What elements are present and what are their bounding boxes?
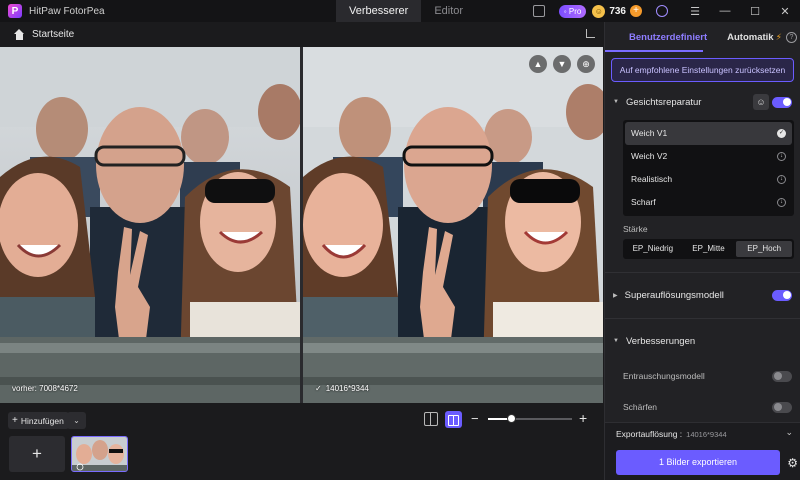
- pro-badge[interactable]: ◦ Pro: [558, 4, 587, 18]
- section-divider: [605, 318, 800, 319]
- improvements-header[interactable]: ▼ Verbesserungen: [605, 331, 800, 351]
- active-tab-indicator: [605, 50, 703, 52]
- zoom-in-button[interactable]: +: [579, 410, 587, 426]
- user-icon[interactable]: [656, 5, 668, 17]
- before-photo: [0, 47, 300, 403]
- superres-header[interactable]: ▶ Superauflösungsmodell: [605, 285, 800, 305]
- image-thumbnail[interactable]: [71, 436, 128, 472]
- export-footer: Exportauflösung :14016*9344 ⌄ 1 Bilder e…: [605, 422, 800, 480]
- before-image-pane[interactable]: vorher: 7008*4672: [0, 47, 300, 403]
- zoom-preview-icon[interactable]: ⊕: [577, 55, 595, 73]
- check-icon: ✓: [315, 384, 322, 393]
- thumbs-down-icon[interactable]: ▼: [553, 55, 571, 73]
- superres-toggle[interactable]: [772, 289, 792, 301]
- face-icon[interactable]: ☺: [753, 94, 769, 110]
- strength-label: Stärke: [623, 224, 648, 234]
- help-icon[interactable]: ?: [785, 31, 797, 43]
- minimize-icon[interactable]: —: [710, 5, 740, 17]
- collapse-triangle-icon: ▼: [613, 99, 619, 105]
- export-resolution: Exportauflösung :14016*9344: [616, 429, 727, 439]
- tab-verbesserer[interactable]: Verbesserer: [336, 0, 422, 22]
- breadcrumb: Startseite: [0, 22, 604, 46]
- sharpen-toggle[interactable]: [772, 401, 792, 413]
- title-bar: P HitPaw FotorPea Verbesserer Editor ◦ P…: [0, 0, 800, 22]
- add-button[interactable]: + Hinzufügen: [8, 412, 69, 429]
- credits-count: 736: [609, 5, 626, 17]
- sharpen-label: Schärfen: [623, 402, 658, 412]
- after-image-pane[interactable]: ▲ ▼ ⊕ ✓ 14016*9344: [303, 47, 603, 403]
- tab-benutzerdefiniert[interactable]: Benutzerdefiniert: [629, 32, 707, 43]
- zoom-slider[interactable]: [488, 414, 572, 423]
- zoom-slider-handle[interactable]: [507, 414, 516, 423]
- sidebar-tabs: Benutzerdefiniert Automatik ⚡ ?: [605, 22, 800, 52]
- model-item-realistisch[interactable]: Realistisch ↓: [625, 168, 792, 191]
- model-item-scharf[interactable]: Scharf ↓: [625, 191, 792, 214]
- gear-icon[interactable]: ⚙: [787, 456, 798, 470]
- denoise-label: Entrauschungsmodell: [623, 371, 705, 381]
- app-logo-icon: P: [8, 4, 22, 18]
- strength-selector: EP_Niedrig EP_Mitte EP_Hoch: [623, 239, 794, 259]
- close-icon[interactable]: ✕: [770, 5, 800, 18]
- add-credits-icon[interactable]: +: [630, 5, 642, 17]
- after-caption: ✓ 14016*9344: [315, 384, 369, 393]
- crop-icon[interactable]: [586, 29, 595, 38]
- app-title: HitPaw FotorPea: [29, 5, 105, 17]
- selected-check-icon: ✓: [777, 129, 786, 138]
- menu-icon[interactable]: ☰: [680, 5, 710, 18]
- strength-option-niedrig[interactable]: EP_Niedrig: [625, 241, 681, 257]
- download-icon[interactable]: ↓: [777, 175, 786, 184]
- download-icon[interactable]: ↓: [777, 152, 786, 161]
- single-view-icon[interactable]: [424, 412, 438, 426]
- denoise-toggle[interactable]: [772, 370, 792, 382]
- collapse-triangle-icon: ▼: [613, 338, 619, 344]
- expand-chevron-icon[interactable]: ⌄: [785, 427, 793, 438]
- breadcrumb-home[interactable]: Startseite: [32, 29, 74, 40]
- settings-sidebar: Benutzerdefiniert Automatik ⚡ ? Auf empf…: [604, 22, 800, 480]
- bolt-icon: ⚡: [775, 31, 782, 42]
- face-model-list: Weich V1 ✓ Weich V2 ↓ Realistisch ↓ Scha…: [623, 120, 794, 216]
- denoise-row: Entrauschungsmodell: [605, 365, 800, 387]
- window-copy-icon[interactable]: [532, 5, 545, 17]
- maximize-icon[interactable]: ☐: [740, 5, 770, 18]
- sharpen-row: Schärfen: [605, 396, 800, 418]
- section-divider: [605, 272, 800, 273]
- zoom-out-button[interactable]: −: [471, 411, 479, 426]
- strength-option-mitte[interactable]: EP_Mitte: [681, 241, 737, 257]
- face-repair-header[interactable]: ▼ Gesichtsreparatur ☺: [605, 92, 800, 112]
- model-item-weich-v2[interactable]: Weich V2 ↓: [625, 145, 792, 168]
- add-dropdown-chevron-icon[interactable]: ⌄: [67, 412, 86, 429]
- tab-editor[interactable]: Editor: [421, 0, 476, 22]
- plus-icon: +: [12, 415, 18, 426]
- before-caption: vorher: 7008*4672: [12, 384, 78, 393]
- mode-tabs: Verbesserer Editor: [336, 0, 476, 22]
- model-item-weich-v1[interactable]: Weich V1 ✓: [625, 122, 792, 145]
- home-icon[interactable]: [14, 28, 25, 40]
- face-repair-toggle[interactable]: [772, 96, 792, 108]
- strength-option-hoch[interactable]: EP_Hoch: [736, 241, 793, 257]
- export-button[interactable]: 1 Bilder exportieren: [616, 450, 780, 475]
- expand-triangle-icon: ▶: [613, 292, 618, 299]
- add-image-tile[interactable]: +: [9, 436, 65, 472]
- after-photo: [303, 47, 603, 403]
- coin-icon: ☺: [592, 4, 606, 18]
- bottom-toolbar: + Hinzufügen ⌄ − + +: [0, 403, 604, 480]
- thumbs-up-icon[interactable]: ▲: [529, 55, 547, 73]
- download-icon[interactable]: ↓: [777, 198, 786, 207]
- face-repair-title: Gesichtsreparatur: [625, 96, 702, 108]
- improvements-title: Verbesserungen: [625, 335, 696, 347]
- split-view-icon[interactable]: [445, 411, 462, 428]
- superres-title: Superauflösungsmodell: [624, 289, 724, 301]
- tab-automatik[interactable]: Automatik: [727, 32, 773, 43]
- reset-settings-button[interactable]: Auf empfohlene Einstellungen zurücksetze…: [611, 58, 794, 82]
